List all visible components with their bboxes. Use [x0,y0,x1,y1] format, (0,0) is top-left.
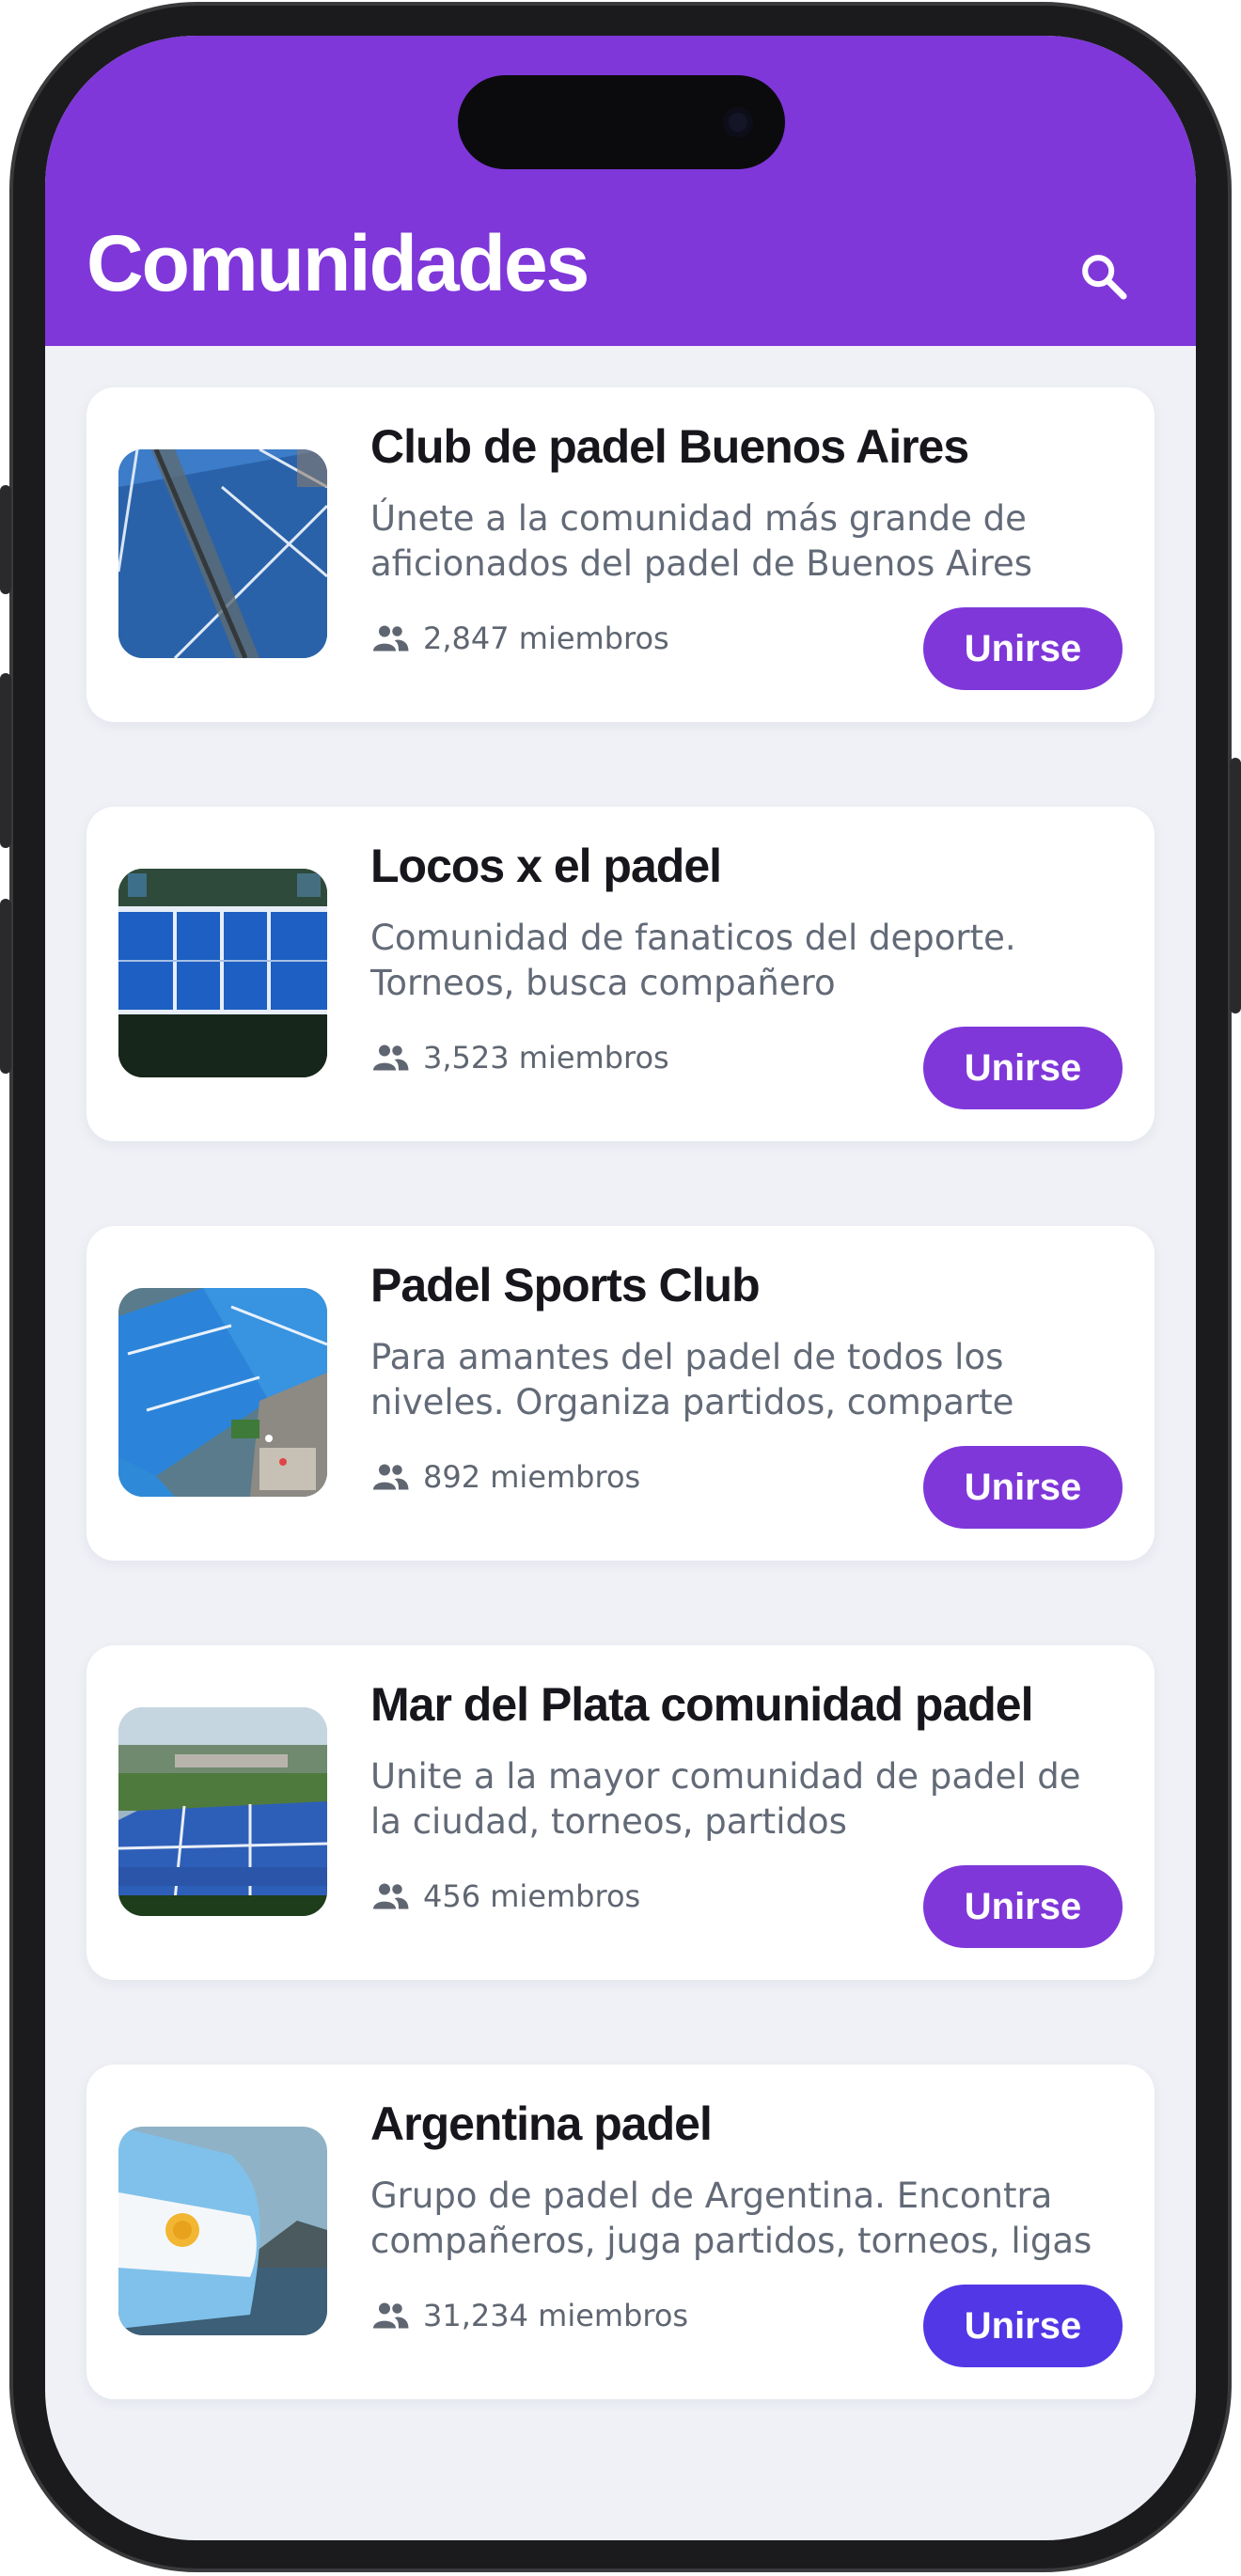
member-count-label: 31,234 miembros [423,2298,689,2333]
silent-switch [0,485,11,594]
member-count-label: 456 miembros [423,1878,641,1914]
join-button[interactable]: Unirse [923,1865,1123,1948]
join-button[interactable]: Unirse [923,1027,1123,1109]
member-count-label: 3,523 miembros [423,1040,669,1076]
community-description: Unite a la mayor comunidad de padel de l… [370,1756,1081,1842]
community-name: Locos x el padel [370,840,722,892]
community-description: Grupo de padel de Argentina. Encontra co… [370,2175,1092,2261]
volume-up-button [0,673,11,848]
people-icon [370,1463,410,1491]
member-count: 31,234 miembros [370,2298,688,2333]
community-image [118,1707,327,1916]
community-description: Comunidad de fanaticos del deporte. Torn… [370,918,1016,1003]
member-count-label: 2,847 miembros [423,620,669,656]
community-description: Para amantes del padel de todos los nive… [370,1337,1014,1422]
people-icon [370,1044,410,1072]
search-icon [1082,255,1127,300]
community-card[interactable]: Argentina padel Grupo de padel de Argent… [86,2065,1155,2399]
member-count: 2,847 miembros [370,620,669,656]
power-button [1230,758,1241,1013]
community-card[interactable]: Padel Sports Club Para amantes del padel… [86,1226,1155,1561]
app-header: Comunidades [45,36,1196,346]
community-name: Argentina padel [370,2097,713,2150]
member-count: 456 miembros [370,1878,640,1914]
community-name: Club de padel Buenos Aires [370,420,969,473]
people-icon [370,624,410,652]
community-image [118,449,327,658]
community-image [118,1288,327,1497]
community-card[interactable]: Club de padel Buenos Aires Únete a la co… [86,387,1155,722]
member-count-label: 892 miembros [423,1459,641,1495]
search-button[interactable] [1070,243,1138,310]
community-name: Mar del Plata comunidad padel [370,1678,1033,1731]
page-title: Comunidades [86,219,589,307]
community-image [118,2127,327,2335]
camera-icon [723,107,753,137]
community-image [118,869,327,1077]
dynamic-island [458,75,785,169]
join-button[interactable]: Unirse [923,1446,1123,1529]
volume-down-button [0,899,11,1074]
join-button[interactable]: Unirse [923,607,1123,690]
people-icon [370,2301,410,2330]
community-description: Únete a la comunidad más grande de afici… [370,498,1033,584]
community-card[interactable]: Mar del Plata comunidad padel Unite a la… [86,1645,1155,1980]
people-icon [370,1882,410,1910]
member-count: 3,523 miembros [370,1040,669,1076]
app-screen: Comunidades Club de padel Buenos Aires Ú… [45,36,1196,2540]
join-button[interactable]: Unirse [923,2285,1123,2367]
community-card[interactable]: Locos x el padel Comunidad de fanaticos … [86,807,1155,1141]
community-name: Padel Sports Club [370,1259,761,1312]
member-count: 892 miembros [370,1459,640,1495]
